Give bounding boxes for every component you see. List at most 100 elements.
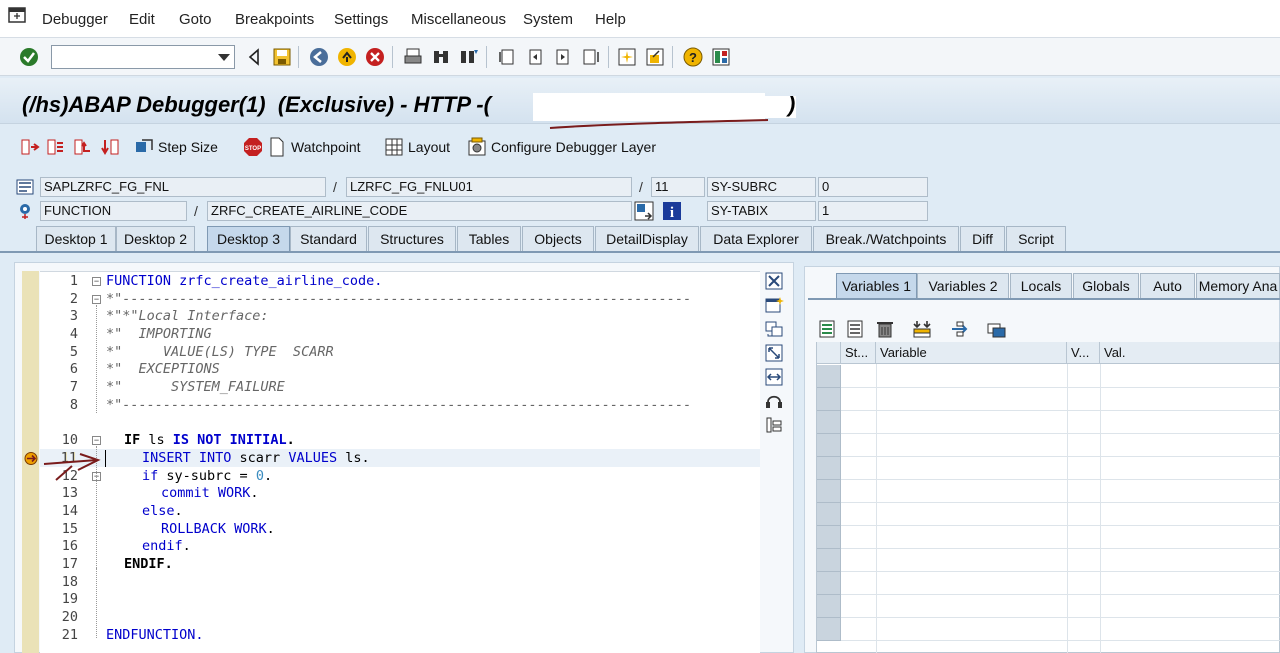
menu-system[interactable]: System xyxy=(523,11,573,28)
new-tool-icon[interactable] xyxy=(764,296,784,314)
configure-layer-button[interactable]: Configure Debugger Layer xyxy=(467,136,656,158)
next-page-icon[interactable] xyxy=(552,46,574,68)
help-icon[interactable]: ? xyxy=(682,46,704,68)
insert-rows-icon[interactable] xyxy=(912,319,932,339)
column-variable[interactable]: Variable xyxy=(876,342,1067,364)
table-row[interactable] xyxy=(817,618,1280,641)
table-row[interactable] xyxy=(817,457,1280,480)
tab-standard[interactable]: Standard xyxy=(290,226,367,252)
settings-tool-icon[interactable] xyxy=(764,416,784,434)
tab-data-explorer[interactable]: Data Explorer xyxy=(700,226,812,252)
execute-button[interactable] xyxy=(46,136,66,158)
tab-desktop-2[interactable]: Desktop 2 xyxy=(116,226,195,252)
shortcut-icon[interactable] xyxy=(644,46,666,68)
fold-toggle[interactable]: − xyxy=(92,295,101,304)
column-value[interactable]: Val. xyxy=(1100,342,1280,364)
close-editor-icon[interactable] xyxy=(764,272,784,290)
maximize-icon[interactable] xyxy=(764,344,784,362)
single-step-button[interactable] xyxy=(20,136,40,158)
row-selector[interactable] xyxy=(817,618,841,641)
table-row[interactable] xyxy=(817,595,1280,618)
row-selector[interactable] xyxy=(817,595,841,618)
tab-locals[interactable]: Locals xyxy=(1010,273,1072,299)
table-view-icon[interactable] xyxy=(846,319,866,339)
enter-icon[interactable] xyxy=(18,46,40,68)
menu-edit[interactable]: Edit xyxy=(129,11,155,28)
prev-page-icon[interactable] xyxy=(524,46,546,68)
back-nav-icon[interactable] xyxy=(308,46,330,68)
row-selector[interactable] xyxy=(817,411,841,434)
layout-icon[interactable] xyxy=(710,46,732,68)
row-selector[interactable] xyxy=(817,503,841,526)
find-next-icon[interactable] xyxy=(458,46,480,68)
find-icon[interactable] xyxy=(430,46,452,68)
exit-icon[interactable] xyxy=(336,46,358,68)
command-field[interactable] xyxy=(51,45,235,69)
menu-miscellaneous[interactable]: Miscellaneous xyxy=(411,11,506,28)
menu-help[interactable]: Help xyxy=(595,11,626,28)
row-selector[interactable] xyxy=(817,572,841,595)
fold-toggle[interactable]: − xyxy=(92,277,101,286)
column-status[interactable]: St... xyxy=(841,342,876,364)
first-page-icon[interactable] xyxy=(496,46,518,68)
return-button[interactable] xyxy=(73,136,93,158)
menu-settings[interactable]: Settings xyxy=(334,11,388,28)
row-selector[interactable] xyxy=(817,388,841,411)
tab-tables[interactable]: Tables xyxy=(457,226,521,252)
tab-structures[interactable]: Structures xyxy=(368,226,456,252)
tab-globals[interactable]: Globals xyxy=(1073,273,1139,299)
row-selector[interactable] xyxy=(817,365,841,388)
table-row[interactable] xyxy=(817,526,1280,549)
tab-objects[interactable]: Objects xyxy=(522,226,594,252)
row-selector[interactable] xyxy=(817,480,841,503)
table-row[interactable] xyxy=(817,388,1280,411)
details-icon[interactable] xyxy=(818,319,838,339)
services-icon[interactable] xyxy=(764,392,784,410)
system-menu-icon[interactable] xyxy=(8,7,26,23)
menu-breakpoints[interactable]: Breakpoints xyxy=(235,11,314,28)
navigate-icon[interactable] xyxy=(634,201,654,221)
back-icon[interactable] xyxy=(243,46,265,68)
tab-desktop-3[interactable]: Desktop 3 xyxy=(207,226,290,252)
table-row[interactable] xyxy=(817,503,1280,526)
column-v[interactable]: V... xyxy=(1067,342,1100,364)
transfer-icon[interactable] xyxy=(950,319,970,339)
watchpoint-button[interactable]: STOP Watchpoint xyxy=(243,136,361,158)
swap-tools-icon[interactable] xyxy=(764,368,784,386)
table-row[interactable] xyxy=(817,434,1280,457)
cancel-icon[interactable] xyxy=(364,46,386,68)
row-selector[interactable] xyxy=(817,434,841,457)
print-icon[interactable] xyxy=(402,46,424,68)
tab-auto[interactable]: Auto xyxy=(1140,273,1195,299)
row-selector[interactable] xyxy=(817,526,841,549)
tab-script[interactable]: Script xyxy=(1006,226,1066,252)
row-selector[interactable] xyxy=(817,549,841,572)
last-page-icon[interactable] xyxy=(580,46,602,68)
step-size-button[interactable]: Step Size xyxy=(134,136,218,158)
open-folder-icon[interactable] xyxy=(986,319,1006,339)
table-row[interactable] xyxy=(817,572,1280,595)
select-all-corner[interactable] xyxy=(817,342,841,364)
replace-tool-icon[interactable] xyxy=(764,320,784,338)
fold-toggle[interactable]: − xyxy=(92,436,101,445)
save-icon[interactable] xyxy=(271,46,293,68)
tab-detaildisplay[interactable]: DetailDisplay xyxy=(595,226,699,252)
tab-variables-1[interactable]: Variables 1 xyxy=(836,273,917,299)
info-icon[interactable]: i xyxy=(662,201,682,221)
layout-button[interactable]: Layout xyxy=(384,136,450,158)
menu-debugger[interactable]: Debugger xyxy=(42,11,108,28)
tab-variables-2[interactable]: Variables 2 xyxy=(917,273,1009,299)
menu-goto[interactable]: Goto xyxy=(179,11,212,28)
row-selector[interactable] xyxy=(817,457,841,480)
tab-diff[interactable]: Diff xyxy=(960,226,1005,252)
chevron-down-icon[interactable] xyxy=(218,54,230,61)
new-session-icon[interactable] xyxy=(616,46,638,68)
continue-button[interactable] xyxy=(100,136,120,158)
tab-break-watchpoints[interactable]: Break./Watchpoints xyxy=(813,226,959,252)
table-row[interactable] xyxy=(817,365,1280,388)
tab-memory-analysis[interactable]: Memory Ana xyxy=(1196,273,1280,299)
tab-desktop-1[interactable]: Desktop 1 xyxy=(36,226,116,252)
table-row[interactable] xyxy=(817,549,1280,572)
table-row[interactable] xyxy=(817,411,1280,434)
delete-icon[interactable] xyxy=(875,319,895,339)
